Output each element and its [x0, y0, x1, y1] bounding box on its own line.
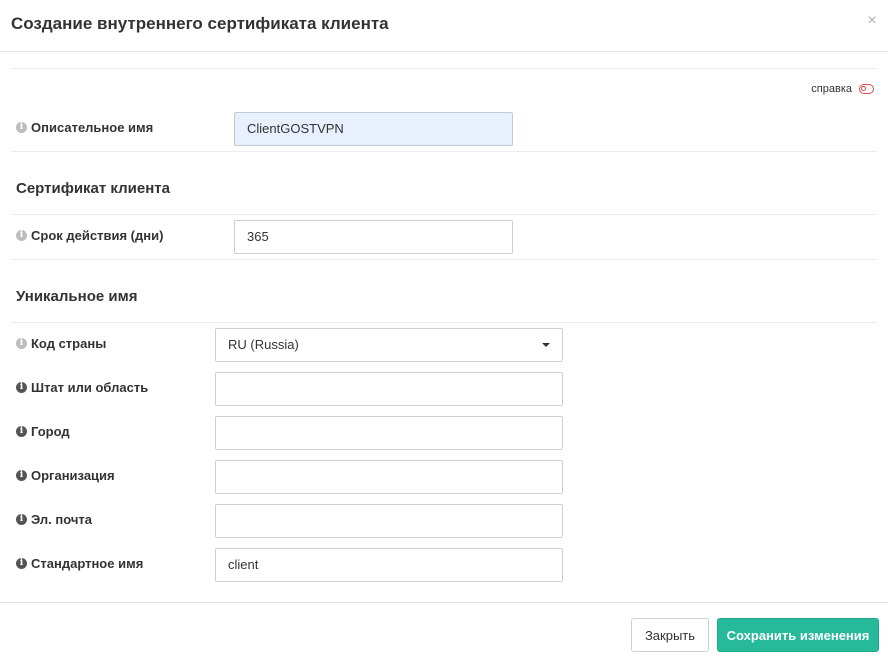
email-input[interactable] [215, 504, 563, 538]
help-toggle-row[interactable]: справка [811, 82, 874, 96]
country-select[interactable]: RU (Russia) [215, 328, 563, 362]
organization-input[interactable] [215, 460, 563, 494]
common-name-input[interactable]: client [215, 548, 563, 582]
description-label-text: Описательное имя [31, 119, 154, 135]
lifetime-label-text: Срок действия (дни) [31, 227, 164, 243]
close-button[interactable]: Закрыть [631, 618, 709, 652]
info-icon[interactable]: i [16, 121, 27, 133]
email-label-text: Эл. почта [31, 511, 93, 527]
info-icon[interactable]: i [16, 337, 27, 349]
section-distinguished-name: Уникальное имя [16, 288, 138, 305]
description-input[interactable]: ClientGOSTVPN [234, 112, 513, 146]
lifetime-input[interactable]: 365 [234, 220, 513, 254]
save-button[interactable]: Сохранить изменения [717, 618, 879, 652]
country-label: i Код страны [16, 334, 106, 352]
common-name-label: i Стандартное имя [16, 554, 143, 572]
organization-label-text: Организация [31, 467, 115, 483]
state-label-text: Штат или область [31, 379, 149, 395]
divider [11, 322, 877, 323]
description-label: i Описательное имя [16, 118, 153, 136]
chevron-down-icon [542, 343, 550, 347]
info-icon[interactable]: i [16, 513, 27, 525]
country-select-value: RU (Russia) [228, 337, 299, 352]
organization-label: i Организация [16, 466, 115, 484]
info-icon[interactable]: i [16, 425, 27, 437]
country-label-text: Код страны [31, 335, 107, 351]
city-input[interactable] [215, 416, 563, 450]
state-label: i Штат или область [16, 378, 148, 396]
divider [11, 151, 877, 152]
city-label-text: Город [31, 423, 70, 439]
info-icon[interactable]: i [16, 469, 27, 481]
modal-title: Создание внутреннего сертификата клиента [11, 14, 389, 33]
info-icon[interactable]: i [16, 229, 27, 241]
state-input[interactable] [215, 372, 563, 406]
info-icon[interactable]: i [16, 381, 27, 393]
divider [11, 68, 877, 69]
help-toggle-icon[interactable] [859, 84, 874, 94]
close-icon[interactable]: × [865, 12, 879, 30]
common-name-label-text: Стандартное имя [31, 555, 144, 571]
section-client-cert: Сертификат клиента [16, 180, 170, 197]
modal-header: Создание внутреннего сертификата клиента… [0, 0, 888, 52]
city-label: i Город [16, 422, 70, 440]
info-icon[interactable]: i [16, 557, 27, 569]
divider [11, 259, 877, 260]
help-label: справка [811, 83, 852, 95]
lifetime-label: i Срок действия (дни) [16, 226, 163, 244]
email-label: i Эл. почта [16, 510, 92, 528]
divider [11, 214, 877, 215]
